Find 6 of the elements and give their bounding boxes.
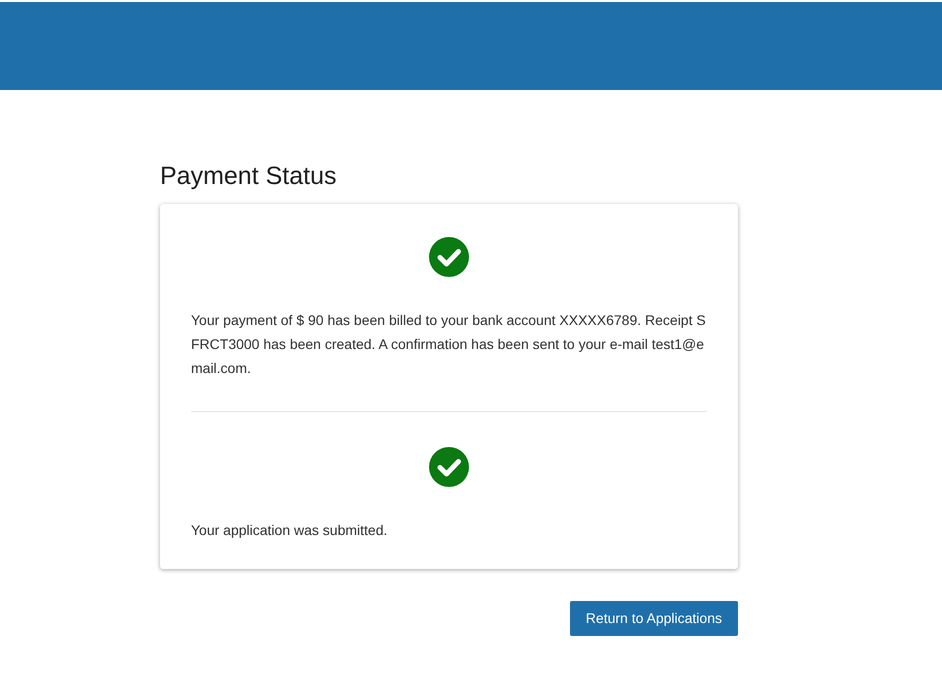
status-message: Your payment of $ 90 has been billed to your bank account XXXXX6789. Receipt SFRCT3000 has been created. A confirmation has been sent to your e-mail test1@email.com. xyxy=(191,311,707,378)
page-title: Payment Status xyxy=(160,161,338,191)
check-circle-icon xyxy=(429,237,469,277)
status-message: Your application was submitted. xyxy=(191,521,388,540)
check-circle-icon xyxy=(429,447,469,487)
return-button[interactable]: Return to Applications xyxy=(570,601,738,636)
